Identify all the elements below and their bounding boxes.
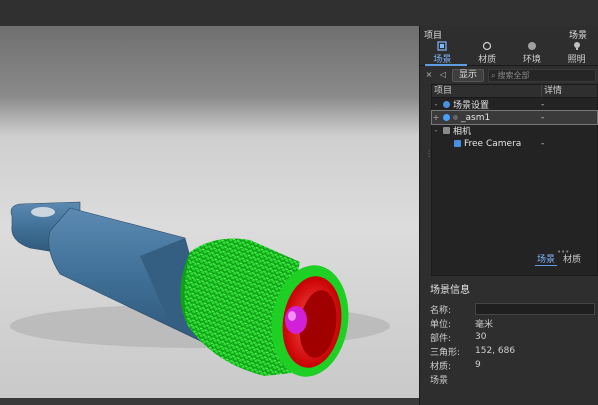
column-header-detail[interactable]: 详情	[542, 85, 562, 97]
tab-lighting-label: 照明	[567, 55, 586, 65]
environment-icon	[527, 42, 536, 50]
free-camera-icon	[454, 140, 461, 147]
panel-splitter-icon[interactable]: ⋮	[425, 149, 433, 158]
visibility-toggle-icon[interactable]: ◁	[438, 70, 448, 80]
tab-scene[interactable]: 场景	[420, 40, 465, 66]
info-value: 30	[475, 332, 487, 342]
tab-lighting[interactable]: 照明	[554, 40, 598, 66]
column-header-item[interactable]: 项目	[432, 85, 542, 97]
info-value: 152, 686	[475, 346, 516, 356]
eye-icon[interactable]	[443, 114, 450, 121]
info-key: 单位:	[430, 319, 452, 330]
info-key: 三角形:	[430, 347, 461, 358]
scene-settings-icon	[443, 101, 450, 108]
model-icon	[453, 115, 458, 120]
tree-row-label: Free Camera	[464, 138, 522, 149]
scene-info: 场景信息 名称: 单位: 毫米 部件: 30 三角形: 152, 686 材质:…	[430, 281, 595, 386]
tree-row[interactable]: Free Camera -	[432, 137, 597, 150]
viewport-bottom-bar	[0, 398, 419, 405]
expand-icon[interactable]: +	[432, 113, 440, 122]
info-key: 名称:	[430, 305, 452, 316]
tree-row-label: 相机	[453, 127, 472, 137]
scene-tree: 项目 详情 - 场景设置 - + _asm1 - - 相机 Free Camer…	[431, 84, 598, 276]
collapse-icon[interactable]: -	[432, 126, 440, 135]
tab-environment-label: 环境	[522, 55, 541, 65]
rendered-model	[10, 201, 390, 377]
search-placeholder: 搜索全部	[497, 70, 530, 80]
info-row: 场景	[430, 372, 595, 386]
search-icon: ⌕	[491, 70, 496, 80]
info-row-name: 名称:	[430, 302, 595, 316]
info-value: 9	[475, 360, 481, 370]
tree-row-label: _asm1	[461, 112, 491, 123]
tab-material-label: 材质	[478, 55, 497, 65]
tab-bottom-material[interactable]: 材质	[561, 252, 583, 266]
tab-bottom-scene[interactable]: 场景	[535, 252, 558, 266]
info-row: 部件: 30	[430, 330, 595, 344]
tree-row-selected[interactable]: + _asm1 -	[431, 110, 598, 125]
tree-row[interactable]: - 相机	[432, 124, 597, 137]
info-row: 三角形: 152, 686	[430, 344, 595, 358]
name-field[interactable]	[475, 303, 595, 315]
lighting-icon	[573, 42, 580, 50]
info-row: 单位: 毫米	[430, 316, 595, 330]
tree-toolbar: × ◁ 显示 ⌕ 搜索全部	[424, 68, 596, 82]
tab-environment[interactable]: 环境	[510, 40, 555, 66]
info-key: 部件:	[430, 333, 452, 344]
tree-row-detail: -	[541, 112, 545, 123]
info-key: 场景	[430, 375, 449, 386]
camera-icon	[443, 127, 450, 134]
bottom-tabs: 场景 材质	[535, 252, 583, 266]
material-icon	[483, 41, 492, 51]
active-tab-indicator	[425, 64, 467, 66]
info-row: 材质: 9	[430, 358, 595, 372]
render-viewport[interactable]	[0, 26, 419, 398]
tree-row-label: 场景设置	[453, 101, 490, 111]
panel-tabs: 场景 材质 环境 照明	[420, 40, 598, 66]
show-button[interactable]: 显示	[452, 68, 485, 82]
project-panel: 项目 场景 场景 材质 环境 照明 × ◁ 显示 ⌕ 搜索全部 项目 详情 - …	[419, 26, 598, 405]
tree-row-detail: -	[541, 138, 545, 149]
close-icon[interactable]: ×	[424, 70, 434, 80]
tab-material[interactable]: 材质	[465, 40, 510, 66]
tree-row[interactable]: - 场景设置 -	[432, 98, 597, 112]
info-key: 材质:	[430, 361, 452, 372]
tree-header: 项目 详情	[432, 85, 597, 98]
search-input[interactable]: ⌕ 搜索全部	[488, 68, 596, 82]
scene-icon	[437, 41, 447, 51]
top-toolbar	[0, 0, 598, 27]
collapse-icon[interactable]: -	[432, 100, 440, 109]
scene-info-title: 场景信息	[430, 285, 470, 296]
info-value: 毫米	[475, 319, 494, 330]
tree-row-detail: -	[541, 99, 545, 110]
